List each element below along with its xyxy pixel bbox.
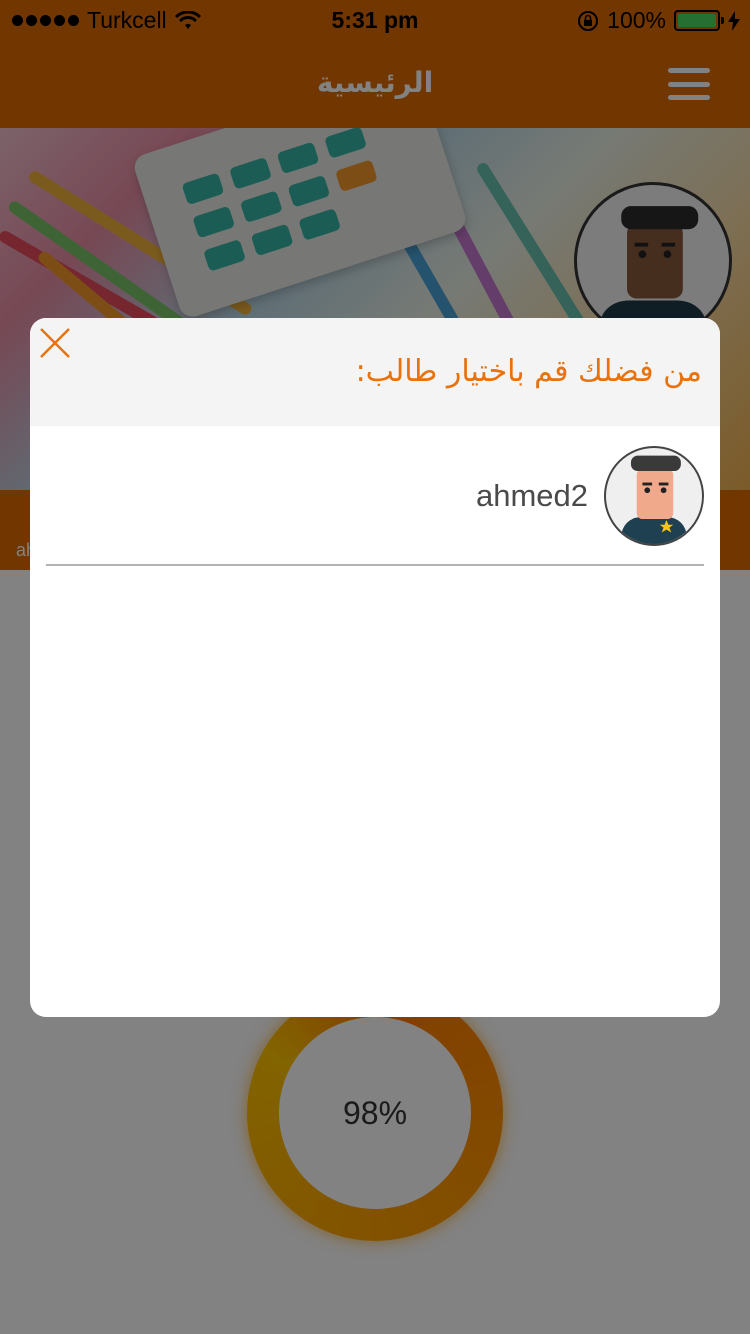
dialog-title: من فضلك قم باختيار طالب: bbox=[355, 354, 702, 389]
close-icon[interactable] bbox=[38, 326, 72, 360]
row-divider bbox=[46, 564, 704, 566]
select-student-dialog: من فضلك قم باختيار طالب: ahmed2 bbox=[30, 318, 720, 1017]
student-avatar-icon bbox=[604, 446, 704, 546]
student-list-item[interactable]: ahmed2 bbox=[46, 444, 704, 564]
student-name: ahmed2 bbox=[475, 478, 588, 513]
dialog-header: من فضلك قم باختيار طالب: bbox=[30, 318, 720, 426]
